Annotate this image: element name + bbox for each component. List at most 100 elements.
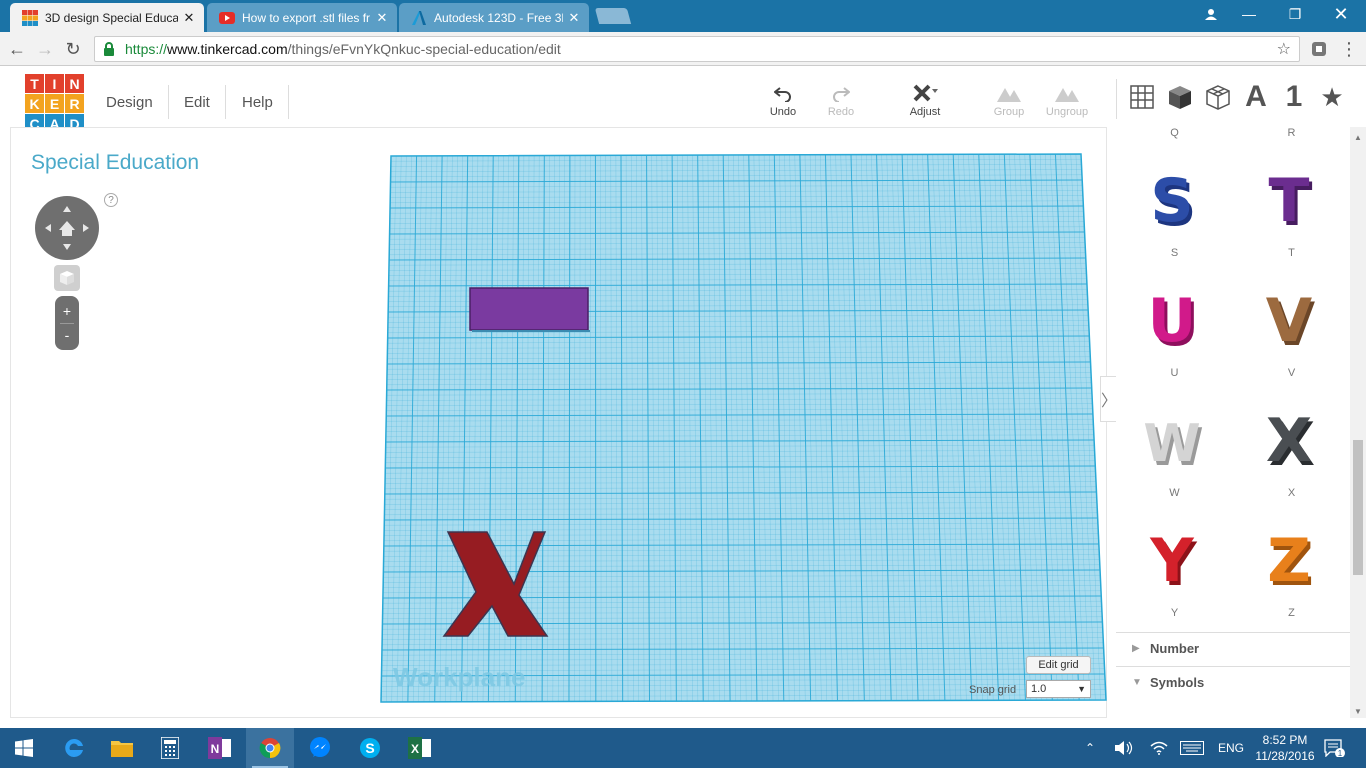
ungroup-label: Ungroup <box>1045 106 1089 118</box>
section-number[interactable]: ▶ Number <box>1116 632 1350 664</box>
tab-tinkercad[interactable]: 3D design Special Educat ✕ <box>10 3 204 32</box>
app-header: T I N K E R C A D Design Edit Help Undo … <box>0 67 1366 133</box>
help-icon[interactable]: ? <box>104 193 118 207</box>
adjust-icon <box>899 82 951 106</box>
tab-title: How to export .stl files fr <box>242 10 371 25</box>
workplane-grid[interactable]: Workplane <box>11 128 1108 719</box>
undo-label: Undo <box>769 106 797 118</box>
edit-grid-button[interactable]: Edit grid <box>1026 656 1091 674</box>
shape-letter-x[interactable]: XX X <box>1233 415 1350 499</box>
svg-text:N: N <box>211 742 220 756</box>
section-title: Symbols <box>1150 675 1205 690</box>
svg-text:X: X <box>411 742 419 756</box>
messenger-icon[interactable] <box>296 728 344 768</box>
keyboard-icon[interactable] <box>1180 728 1204 768</box>
tab-close-icon[interactable]: ✕ <box>375 10 389 26</box>
design-title[interactable]: Special Education <box>31 151 199 175</box>
shape-letter-z[interactable]: ZZ Z <box>1233 535 1350 619</box>
scroll-up-icon[interactable]: ▲ <box>1354 133 1362 142</box>
tab-autodesk[interactable]: Autodesk 123D - Free 3D ✕ <box>399 3 589 32</box>
chrome-icon[interactable] <box>246 728 294 768</box>
tab-close-icon[interactable]: ✕ <box>182 10 196 26</box>
sidebar-scrollbar[interactable]: ▲ ▼ <box>1350 127 1366 718</box>
calculator-icon[interactable] <box>146 728 194 768</box>
shape-label: U <box>1170 367 1179 379</box>
svg-text:X: X <box>1265 415 1311 476</box>
ungroup-button[interactable]: Ungroup <box>1041 82 1093 118</box>
redo-button[interactable]: Redo <box>815 82 867 118</box>
extension-icon[interactable] <box>1306 36 1332 62</box>
clock-date: 11/28/2016 <box>1255 749 1315 763</box>
skype-icon[interactable]: S <box>346 728 394 768</box>
wifi-icon[interactable] <box>1150 728 1168 768</box>
tab-close-icon[interactable]: ✕ <box>567 10 581 26</box>
url-host: www.tinkercad.com <box>167 41 288 57</box>
numbers-icon[interactable]: 1 <box>1278 80 1310 113</box>
shape-letter-s[interactable]: SS S <box>1116 175 1233 259</box>
shape-label: T <box>1288 247 1295 259</box>
action-center-icon[interactable]: 1 <box>1324 728 1346 768</box>
purple-box-shape <box>469 287 589 331</box>
clock-time: 8:52 PM <box>1262 733 1308 747</box>
forward-arrow-icon[interactable]: → <box>32 36 58 62</box>
system-clock[interactable]: 8:52 PM 11/28/2016 <box>1250 732 1320 764</box>
windows-taskbar: N S X ⌃ ENG 8:52 PM 11/28/2016 1 <box>0 728 1366 768</box>
svg-text:V: V <box>1265 295 1312 356</box>
menu-design[interactable]: Design <box>91 85 169 119</box>
shape-letter-w[interactable]: WW W <box>1116 415 1233 499</box>
tray-chevron-icon[interactable]: ⌃ <box>1085 728 1095 768</box>
start-button-icon[interactable] <box>0 728 48 768</box>
adjust-button[interactable]: Adjust <box>899 82 951 118</box>
design-canvas[interactable]: Workplane Special Education ? + - Edit g… <box>10 127 1118 719</box>
url-input[interactable]: https:// www.tinkercad.com /things/eFvnY… <box>94 36 1300 62</box>
wireframe-shape-icon[interactable] <box>1202 81 1234 113</box>
logo-letter: K <box>25 94 44 113</box>
shape-letter-u[interactable]: UU U <box>1116 295 1233 379</box>
new-tab-button[interactable] <box>594 8 632 24</box>
bookmark-star-icon[interactable]: ☆ <box>1277 39 1291 59</box>
section-symbols[interactable]: ▼ Symbols <box>1116 666 1350 698</box>
tab-youtube[interactable]: How to export .stl files fr ✕ <box>207 3 397 32</box>
shape-label: V <box>1287 367 1296 379</box>
letters-icon[interactable]: A <box>1240 80 1272 113</box>
edge-browser-icon[interactable] <box>50 728 98 768</box>
url-path: /things/eFvnYkQnkuc-special-education/ed… <box>287 41 561 57</box>
scrollbar-thumb[interactable] <box>1353 440 1363 575</box>
language-indicator[interactable]: ENG <box>1218 728 1244 768</box>
zoom-out-button[interactable]: - <box>55 323 79 347</box>
restore-icon[interactable]: ❐ <box>1272 0 1318 28</box>
menu-help[interactable]: Help <box>227 85 289 119</box>
shape-letter-v[interactable]: VV V <box>1233 295 1350 379</box>
adjust-label: Adjust <box>909 106 941 118</box>
tinkercad-favicon-icon <box>22 9 38 26</box>
zoom-control: + - <box>55 296 79 350</box>
view-navigation-control[interactable] <box>35 196 99 260</box>
shape-letter-t[interactable]: TT T <box>1233 175 1350 259</box>
reload-icon[interactable]: ↻ <box>60 36 86 62</box>
onenote-icon[interactable]: N <box>196 728 244 768</box>
snap-grid-select[interactable]: 1.0 ▼ <box>1026 680 1091 698</box>
dropdown-caret-icon: ▼ <box>1077 684 1086 694</box>
excel-icon[interactable]: X <box>396 728 444 768</box>
volume-icon[interactable] <box>1115 728 1133 768</box>
favorites-star-icon[interactable]: ★ <box>1316 81 1348 113</box>
minimize-icon[interactable]: — <box>1226 0 1272 28</box>
group-button[interactable]: Group <box>983 82 1035 118</box>
browser-menu-icon[interactable]: ⋮ <box>1336 36 1362 62</box>
menu-edit[interactable]: Edit <box>169 85 226 119</box>
redo-icon <box>815 82 867 106</box>
shape-label: S <box>1170 247 1179 259</box>
logo-letter: N <box>65 74 84 93</box>
undo-button[interactable]: Undo <box>757 82 809 118</box>
shape-letter-y[interactable]: YY Y <box>1116 535 1233 619</box>
collapse-arrow-icon: ▼ <box>1132 677 1142 688</box>
tinkercad-logo[interactable]: T I N K E R C A D <box>25 74 85 134</box>
file-explorer-icon[interactable] <box>98 728 146 768</box>
zoom-in-button[interactable]: + <box>55 299 79 323</box>
scroll-down-icon[interactable]: ▼ <box>1354 707 1362 716</box>
box-shape-icon[interactable] <box>1164 81 1196 113</box>
home-view-cube-icon[interactable] <box>54 265 80 291</box>
grid-view-icon[interactable] <box>1126 81 1158 113</box>
back-arrow-icon[interactable]: ← <box>4 36 30 62</box>
close-window-icon[interactable]: ✕ <box>1318 0 1364 28</box>
